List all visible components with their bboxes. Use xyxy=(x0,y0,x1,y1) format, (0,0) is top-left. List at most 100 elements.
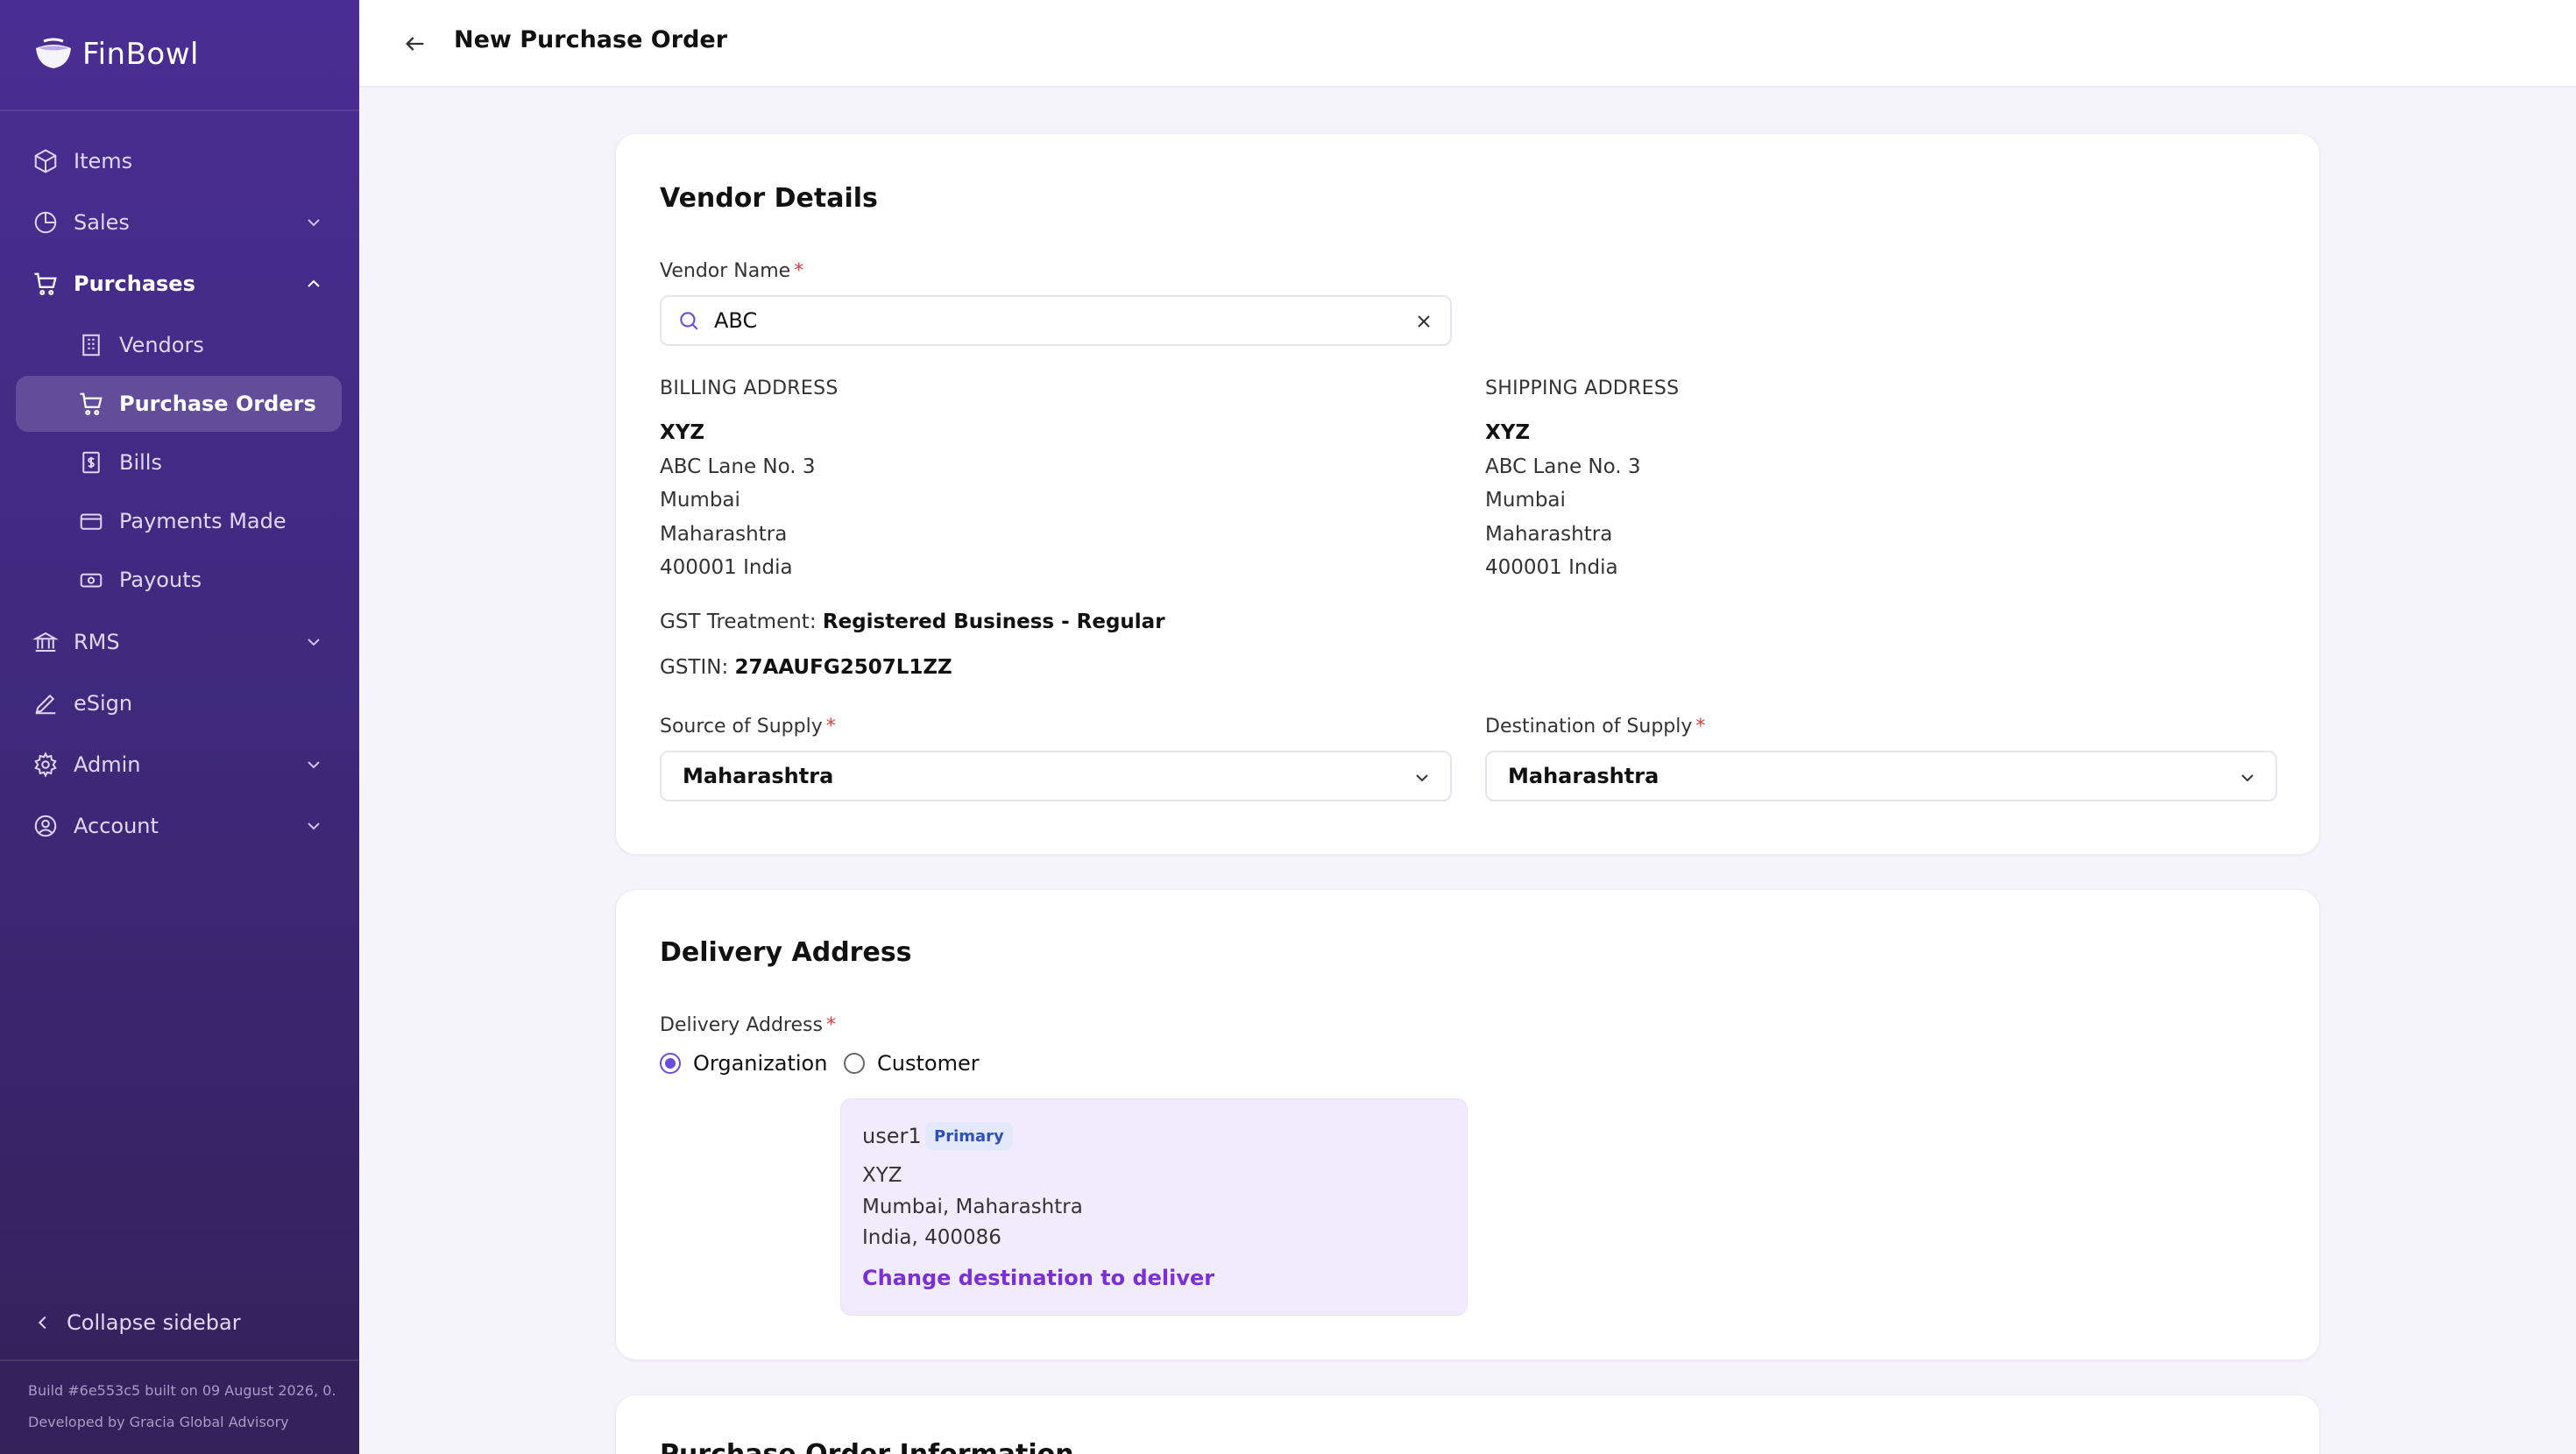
destination-of-supply-label: Destination of Supply * xyxy=(1485,716,1706,738)
section-title: Vendor Details xyxy=(660,183,878,214)
sidebar-item-rms[interactable]: RMS xyxy=(16,614,342,670)
pie-chart-icon xyxy=(32,208,60,236)
sidebar-item-payments-made[interactable]: Payments Made xyxy=(16,493,342,549)
collapse-sidebar-label: Collapse sidebar xyxy=(67,1310,241,1335)
delivery-address-box: user1 Primary XYZ Mumbai, Maharashtra In… xyxy=(840,1098,1468,1316)
radio-unselected-icon xyxy=(844,1053,865,1074)
pen-icon xyxy=(32,689,60,717)
sidebar-item-label: Account xyxy=(74,814,159,838)
sidebar-item-label: RMS xyxy=(74,630,120,654)
billing-address-line: Maharashtra xyxy=(660,523,788,546)
chevron-down-icon xyxy=(308,639,320,646)
sidebar-item-label: Vendors xyxy=(119,333,204,357)
close-icon[interactable] xyxy=(1413,311,1434,332)
vendor-details-card: Vendor Details Vendor Name * ABC BILLING … xyxy=(615,133,2320,855)
sidebar-item-label: Purchases xyxy=(74,272,195,296)
billing-address-heading: BILLING ADDRESS xyxy=(660,378,839,399)
change-destination-link[interactable]: Change destination to deliver xyxy=(862,1266,1214,1290)
chevron-down-icon xyxy=(308,761,320,769)
gstin: GSTIN: 27AAUFG2507L1ZZ xyxy=(660,656,952,679)
developer-info: Developed by Gracia Global Advisory xyxy=(28,1414,289,1430)
collapse-sidebar-button[interactable]: Collapse sidebar xyxy=(33,1305,241,1340)
back-arrow-icon[interactable] xyxy=(403,32,428,56)
sidebar-item-esign[interactable]: eSign xyxy=(16,675,342,731)
radio-selected-icon xyxy=(660,1053,681,1074)
bowl-logo-icon xyxy=(36,38,71,68)
billing-address-line: 400001 India xyxy=(660,556,793,579)
sidebar: FinBowl Items Sales Purchases Vendors Pu… xyxy=(0,0,359,1454)
delivery-user: user1 xyxy=(862,1124,922,1148)
gst-treatment: GST Treatment: Registered Business - Reg… xyxy=(660,611,1165,633)
build-info: Build #6e553c5 built on 09 August 2026, … xyxy=(28,1382,335,1399)
radio-label: Organization xyxy=(693,1051,828,1076)
top-bar: New Purchase Order xyxy=(359,0,2576,88)
cash-icon xyxy=(77,566,105,594)
radio-organization[interactable]: Organization xyxy=(660,1050,827,1076)
chevron-down-icon xyxy=(308,219,320,227)
sidebar-item-label: Purchase Orders xyxy=(119,392,316,416)
billing-address-line: XYZ xyxy=(660,421,705,444)
shipping-address-line: Mumbai xyxy=(1485,489,1566,512)
chevron-down-icon xyxy=(308,822,320,830)
cart-icon xyxy=(77,390,105,418)
section-title: Delivery Address xyxy=(660,937,912,968)
source-of-supply-select[interactable]: Maharashtra xyxy=(660,751,1452,801)
primary-badge: Primary xyxy=(925,1122,1013,1150)
sidebar-item-items[interactable]: Items xyxy=(16,133,342,189)
shipping-address-line: 400001 India xyxy=(1485,556,1618,579)
vendor-name-label: Vendor Name * xyxy=(660,260,804,282)
delivery-address-line: Mumbai, Maharashtra xyxy=(862,1196,1083,1218)
shipping-address-line: XYZ xyxy=(1485,421,1531,444)
building-icon xyxy=(77,331,105,359)
sidebar-item-payouts[interactable]: Payouts xyxy=(16,552,342,608)
source-of-supply-value: Maharashtra xyxy=(683,764,834,788)
sidebar-item-label: Admin xyxy=(74,752,141,777)
sidebar-item-label: Sales xyxy=(74,210,130,235)
source-of-supply-label: Source of Supply * xyxy=(660,716,836,738)
search-icon xyxy=(680,312,698,330)
chevron-down-icon xyxy=(2241,774,2254,782)
user-circle-icon xyxy=(32,812,60,840)
bank-icon xyxy=(32,628,60,656)
destination-of-supply-value: Maharashtra xyxy=(1508,764,1660,788)
sidebar-item-vendors[interactable]: Vendors xyxy=(16,317,342,373)
delivery-address-line: India, 400086 xyxy=(862,1226,1001,1249)
sidebar-item-purchase-orders[interactable]: Purchase Orders xyxy=(16,376,342,432)
sidebar-item-label: Payments Made xyxy=(119,509,287,533)
radio-label: Customer xyxy=(877,1051,980,1076)
cube-icon xyxy=(32,147,60,175)
sidebar-item-label: Items xyxy=(74,149,133,173)
sidebar-item-admin[interactable]: Admin xyxy=(16,737,342,793)
sidebar-item-label: Bills xyxy=(119,450,162,475)
billing-address-line: Mumbai xyxy=(660,489,740,512)
sidebar-item-label: Payouts xyxy=(119,568,202,592)
delivery-address-line: XYZ xyxy=(862,1164,902,1187)
radio-customer[interactable]: Customer xyxy=(844,1050,980,1076)
cart-icon xyxy=(32,270,60,298)
shipping-address-line: ABC Lane No. 3 xyxy=(1485,455,1641,478)
chevron-down-icon xyxy=(1416,774,1428,782)
sidebar-footer-divider xyxy=(0,1359,359,1361)
sidebar-item-purchases[interactable]: Purchases xyxy=(16,256,342,312)
purchase-order-info-card: Purchase Order Information xyxy=(615,1394,2320,1454)
card-icon xyxy=(77,507,105,535)
shipping-address-heading: SHIPPING ADDRESS xyxy=(1485,378,1680,399)
chevron-left-icon xyxy=(38,1316,46,1330)
section-title: Purchase Order Information xyxy=(660,1439,1074,1454)
vendor-search-input[interactable]: ABC xyxy=(660,295,1452,346)
shipping-address-line: Maharashtra xyxy=(1485,523,1613,546)
brand[interactable]: FinBowl xyxy=(33,35,199,74)
delivery-address-label: Delivery Address * xyxy=(660,1014,836,1036)
sidebar-divider xyxy=(0,109,359,111)
vendor-name-value: ABC xyxy=(714,308,758,333)
page-title: New Purchase Order xyxy=(454,26,728,53)
billing-address-line: ABC Lane No. 3 xyxy=(660,455,816,478)
sidebar-item-sales[interactable]: Sales xyxy=(16,194,342,251)
chevron-up-icon xyxy=(308,279,320,287)
bill-icon xyxy=(77,448,105,476)
gear-icon xyxy=(32,751,60,779)
delivery-address-card: Delivery Address Delivery Address * Organ… xyxy=(615,889,2320,1360)
sidebar-item-bills[interactable]: Bills xyxy=(16,434,342,491)
destination-of-supply-select[interactable]: Maharashtra xyxy=(1485,751,2277,801)
sidebar-item-account[interactable]: Account xyxy=(16,798,342,854)
